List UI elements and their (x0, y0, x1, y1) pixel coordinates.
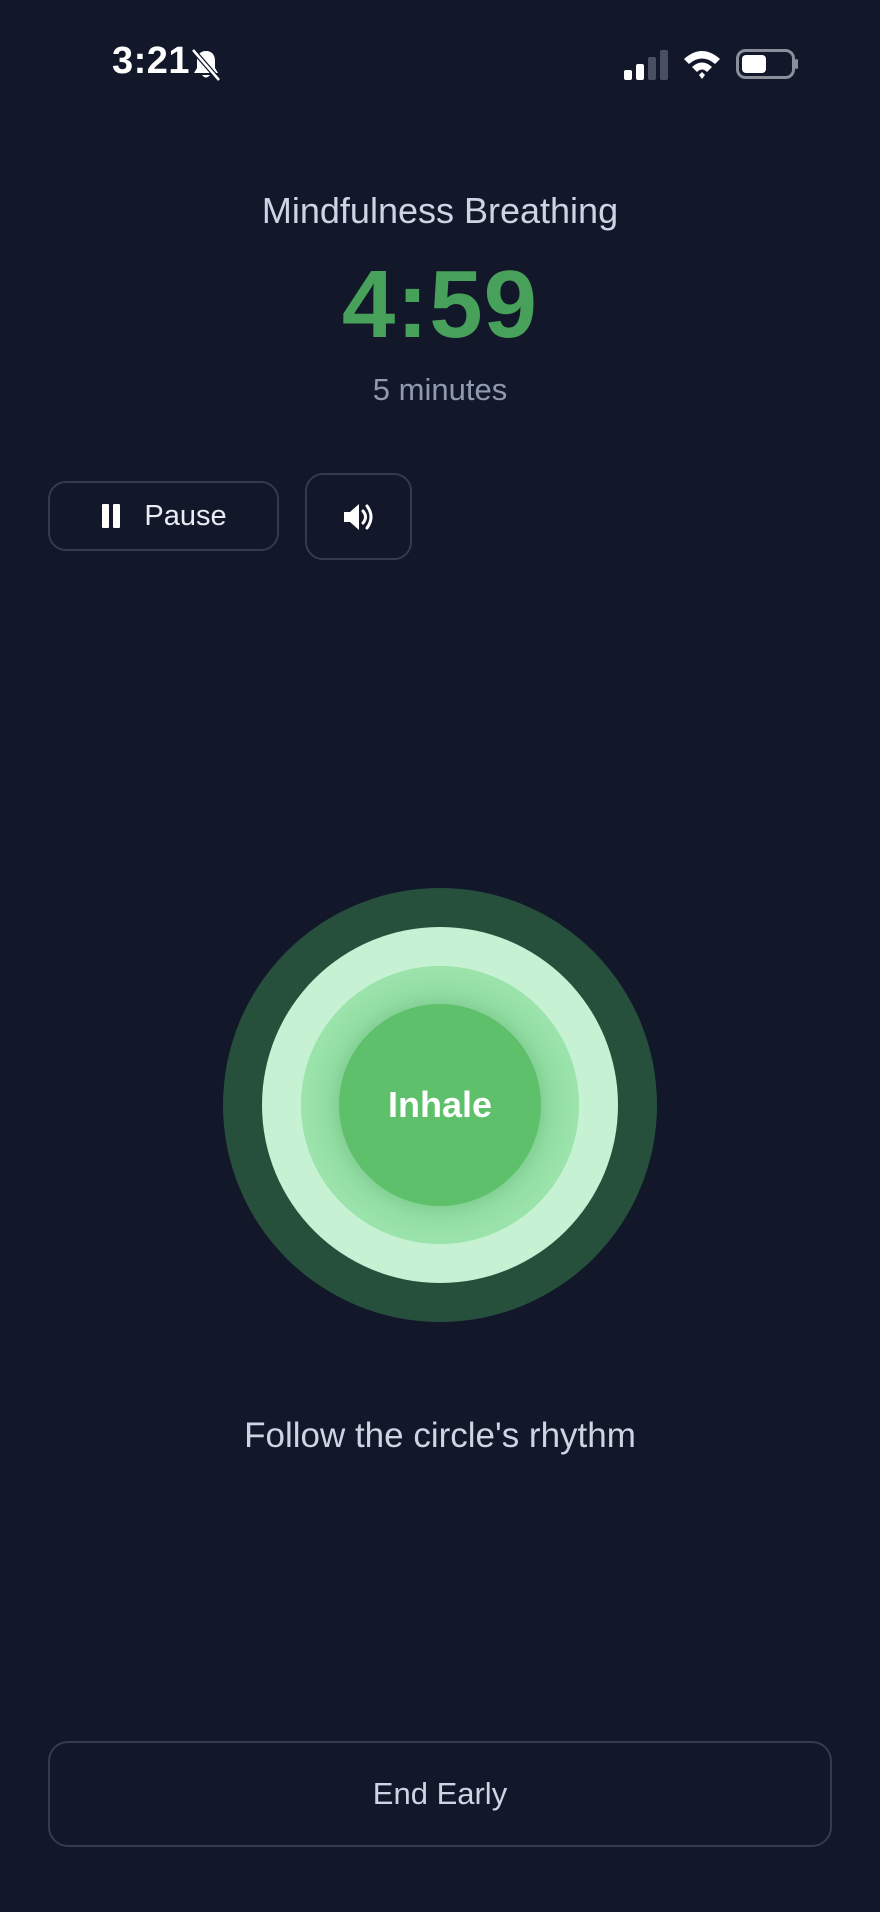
bell-slash-icon (191, 48, 221, 82)
breathing-session-screen: 3:21 Mindfulness Breathing 4:59 5 minute… (0, 0, 880, 1912)
sound-toggle-button[interactable] (305, 473, 412, 560)
end-early-button[interactable]: End Early (48, 1741, 832, 1847)
breathing-circle: Inhale (223, 888, 657, 1322)
cellular-signal-icon (624, 50, 668, 80)
pause-button[interactable]: Pause (48, 481, 279, 551)
breathing-instruction: Follow the circle's rhythm (244, 1416, 636, 1455)
countdown-timer: 4:59 (341, 251, 539, 358)
session-title: Mindfulness Breathing (261, 190, 619, 231)
pause-icon (100, 504, 122, 528)
speaker-icon (343, 503, 372, 530)
breathing-phase-label: Inhale (387, 1084, 493, 1125)
end-early-label: End Early (372, 1776, 508, 1811)
battery-icon (736, 49, 798, 79)
wifi-icon (684, 51, 720, 79)
status-time: 3:21 (112, 40, 191, 82)
session-duration: 5 minutes (372, 372, 508, 407)
breathing-circle-core: Inhale (339, 1004, 541, 1206)
pause-button-label: Pause (144, 499, 227, 532)
